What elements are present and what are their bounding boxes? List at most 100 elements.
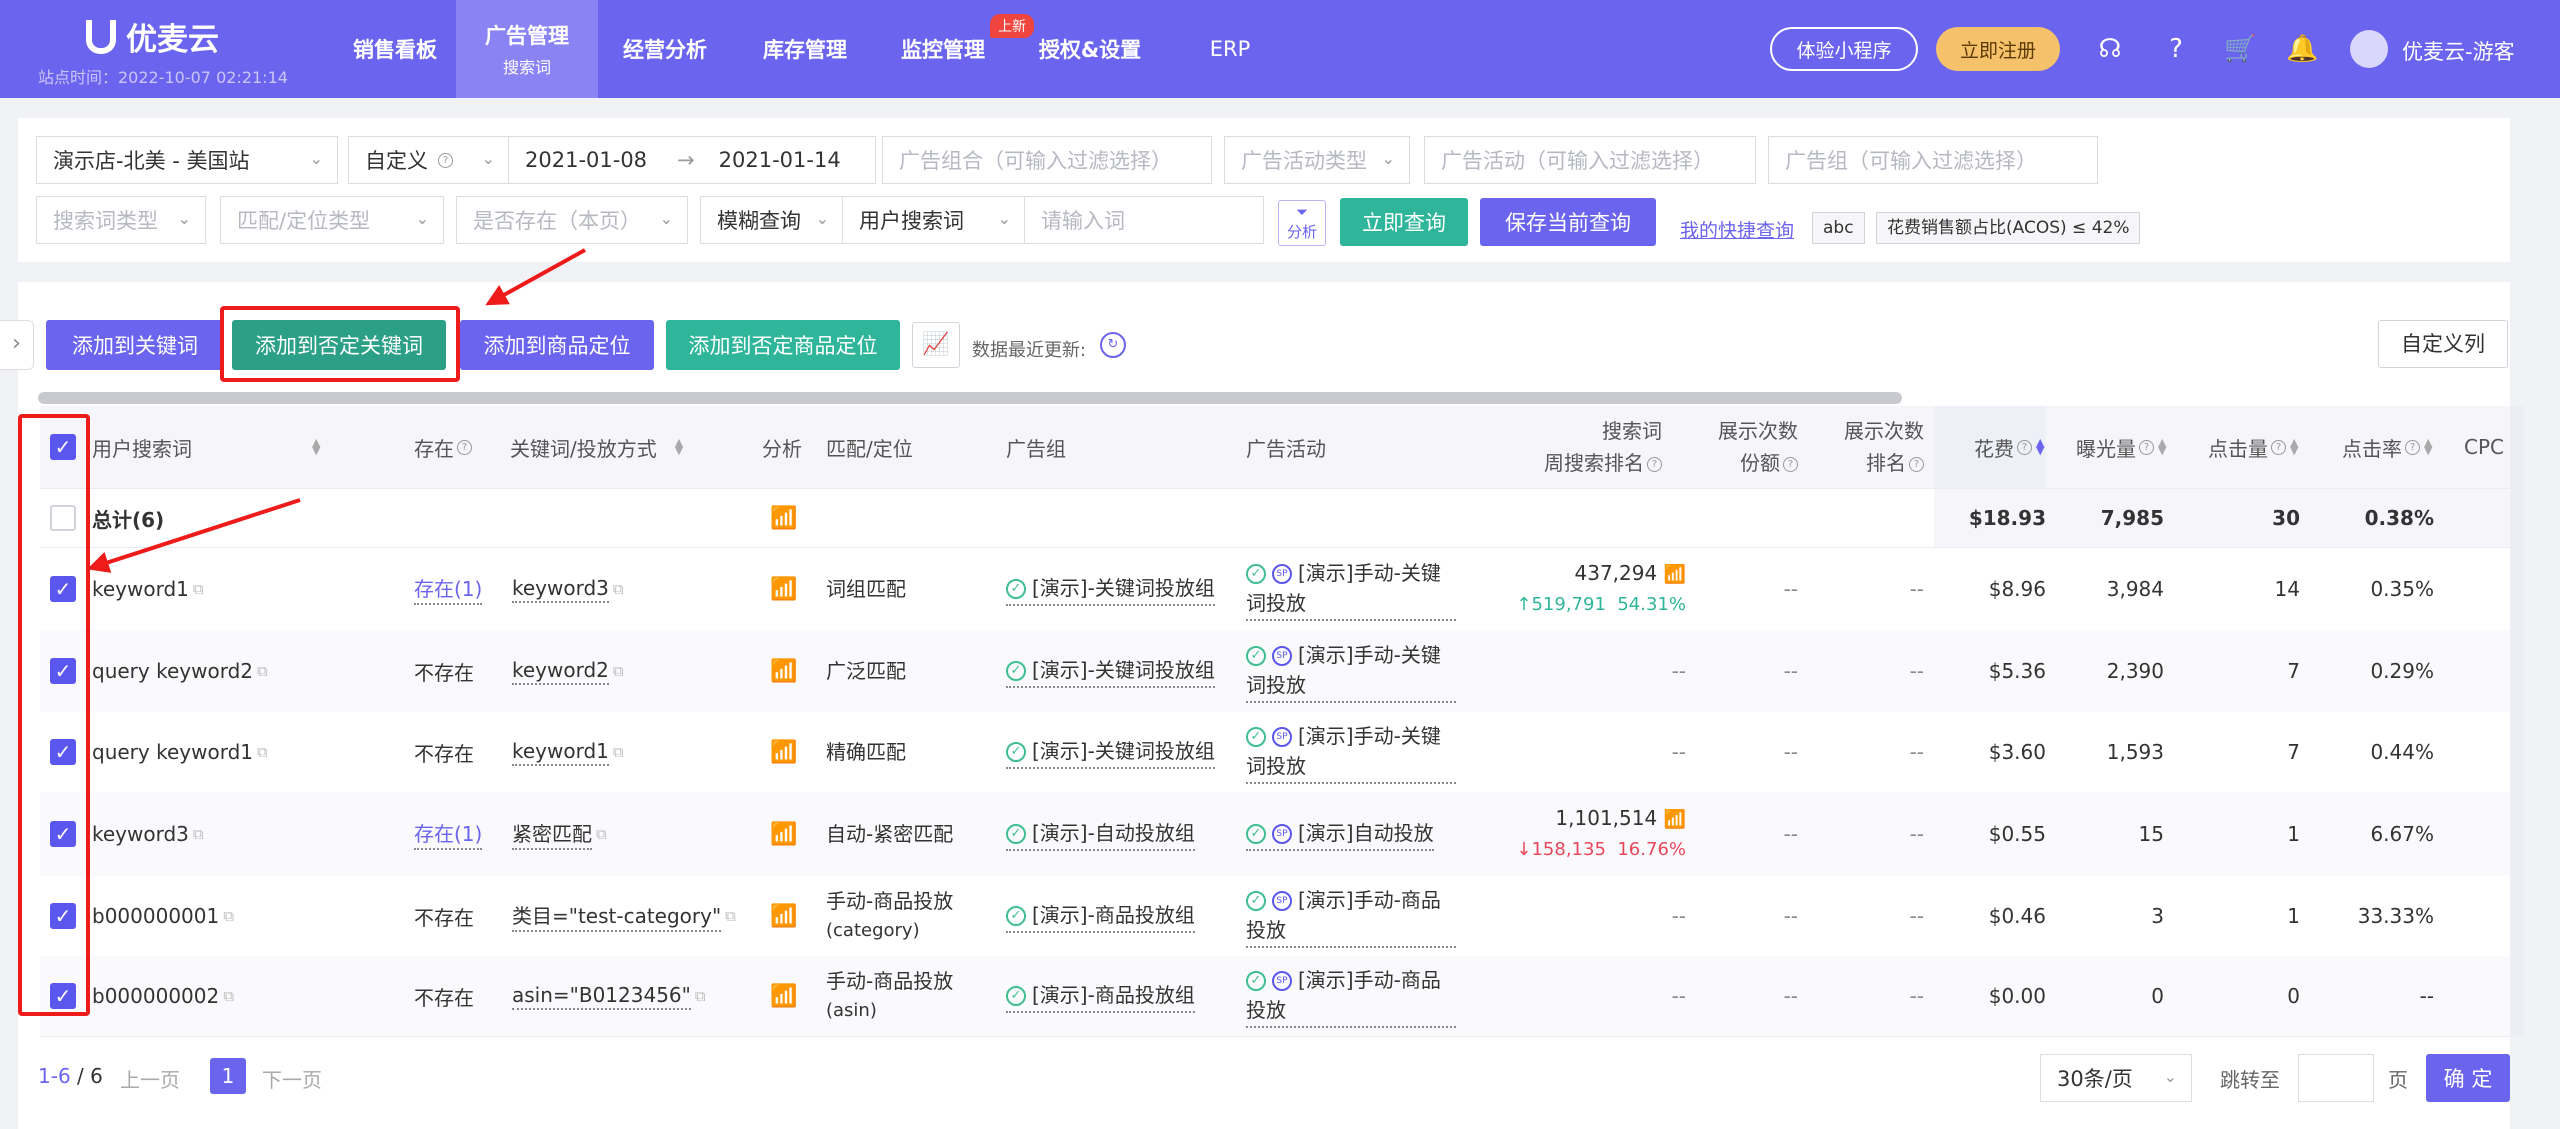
nav-inventory[interactable]: 库存管理 — [740, 0, 870, 98]
keyword-cell[interactable]: 紧密匹配 ⧉ — [512, 792, 607, 876]
logo[interactable]: 优麦云 — [86, 14, 219, 59]
save-query-button[interactable]: 保存当前查询 — [1480, 198, 1656, 246]
external-link-icon[interactable]: ⧉ — [613, 662, 624, 680]
campaign-cell[interactable]: ✓ SP [演示]手动-关键词投放 — [1246, 630, 1456, 712]
nav-monitoring[interactable]: 监控管理 — [878, 0, 1008, 98]
sidebar-toggle-chevron-icon[interactable]: › — [0, 320, 34, 370]
term-type-select[interactable]: 搜索词类型 ⌄ — [36, 196, 206, 244]
ad-portfolio-input[interactable]: 广告组合（可输入过滤选择） — [882, 136, 1212, 184]
external-link-icon[interactable]: ⧉ — [223, 907, 234, 925]
add-to-negative-product-button[interactable]: 添加到否定商品定位 — [666, 320, 900, 370]
user-name[interactable]: 优麦云-游客 — [2402, 36, 2515, 66]
keyword-cell[interactable]: keyword2 ⧉ — [512, 630, 624, 712]
rank-trend-icon[interactable]: 📶 — [1664, 564, 1686, 585]
bell-icon[interactable]: 🔔 — [2286, 33, 2318, 65]
next-page-button[interactable]: 下一页 — [262, 1064, 322, 1093]
refresh-clock-icon[interactable]: ↻ — [1100, 332, 1126, 358]
col-cpc[interactable]: CPC — [2440, 406, 2510, 488]
query-button[interactable]: 立即查询 — [1340, 198, 1468, 246]
analyze-trend-icon[interactable]: 📶 — [770, 956, 797, 1036]
campaign-cell[interactable]: ✓ SP [演示]自动投放 — [1246, 792, 1456, 876]
campaign-type-select[interactable]: 广告活动类型 ⌄ — [1224, 136, 1410, 184]
col-keyword[interactable]: 关键词/投放方式 ▲ ▼ — [510, 406, 750, 488]
ad-group-cell[interactable]: ✓ [演示]-关键词投放组 — [1006, 712, 1216, 792]
analyze-trend-icon[interactable]: 📶 — [770, 876, 797, 956]
keyword-cell[interactable]: asin="B0123456" ⧉ — [512, 956, 706, 1036]
external-link-icon[interactable]: ⧉ — [695, 987, 706, 1005]
page-number-button[interactable]: 1 — [210, 1058, 246, 1094]
nav-auth-settings[interactable]: 授权&设置 — [1020, 0, 1160, 98]
ad-group-cell[interactable]: ✓ [演示]-商品投放组 — [1006, 956, 1216, 1036]
nav-erp[interactable]: ERP — [1180, 0, 1280, 98]
page-size-select[interactable]: 30条/页 ⌄ — [2040, 1054, 2192, 1102]
mini-program-button[interactable]: 体验小程序 — [1770, 27, 1918, 71]
external-link-icon[interactable]: ⧉ — [193, 825, 204, 843]
match-type-select[interactable]: 匹配/定位类型 ⌄ — [220, 196, 444, 244]
add-to-product-target-button[interactable]: 添加到商品定位 — [460, 320, 654, 370]
quick-tag-acos[interactable]: 花费销售额占比(ACOS) ≤ 42% — [1876, 212, 2141, 244]
external-link-icon[interactable]: ⧉ — [257, 662, 268, 680]
analyze-trend-icon[interactable]: 📶 — [770, 630, 797, 712]
analyze-trend-icon[interactable]: 📶 — [770, 712, 797, 792]
search-term-cell[interactable]: b000000001 ⧉ — [92, 876, 234, 956]
col-impressions[interactable]: 曝光量? ▲ ▼ — [2052, 406, 2168, 488]
add-to-keyword-button[interactable]: 添加到关键词 — [46, 320, 224, 370]
exists-cell[interactable]: 存在(1) — [414, 548, 483, 630]
external-link-icon[interactable]: ⧉ — [193, 580, 204, 598]
col-ctr[interactable]: 点击率? ▲ ▼ — [2312, 406, 2434, 488]
customer-service-icon[interactable]: ☊ — [2094, 33, 2126, 65]
custom-columns-button[interactable]: 自定义列 — [2378, 320, 2508, 368]
quick-tag-abc[interactable]: abc — [1812, 212, 1865, 244]
col-exists[interactable]: 存在? — [414, 406, 494, 488]
campaign-input[interactable]: 广告活动（可输入过滤选择） — [1424, 136, 1756, 184]
ad-group-cell[interactable]: ✓ [演示]-商品投放组 — [1006, 876, 1216, 956]
analyze-trend-icon[interactable]: 📶 — [770, 548, 797, 630]
fuzzy-query-select[interactable]: 模糊查询 ⌄ — [700, 196, 844, 244]
nav-ad-management[interactable]: 广告管理 搜索词 — [456, 0, 598, 98]
rank-trend-icon[interactable]: 📶 — [1664, 809, 1686, 830]
search-field-select[interactable]: 用户搜索词 ⌄ — [842, 196, 1026, 244]
campaign-cell[interactable]: ✓ SP [演示]手动-关键词投放 — [1246, 548, 1456, 630]
prev-page-button[interactable]: 上一页 — [120, 1064, 180, 1093]
jump-page-input[interactable] — [2298, 1054, 2374, 1102]
chart-toggle-icon[interactable]: 📈 — [912, 322, 960, 368]
search-term-cell[interactable]: query keyword2 ⧉ — [92, 630, 268, 712]
nav-sales-dashboard[interactable]: 销售看板 — [330, 0, 460, 98]
my-quick-query-link[interactable]: 我的快捷查询 — [1680, 216, 1794, 243]
horizontal-scrollbar[interactable] — [38, 392, 1902, 404]
vertical-scrollbar[interactable] — [2510, 406, 2524, 1036]
analyze-filter-button[interactable]: ⏷ 分析 — [1278, 200, 1326, 246]
external-link-icon[interactable]: ⧉ — [257, 743, 268, 761]
search-term-input[interactable]: 请输入词 — [1024, 196, 1264, 244]
col-spend[interactable]: 花费? ▲ ▼ — [1934, 406, 2046, 488]
external-link-icon[interactable]: ⧉ — [725, 907, 736, 925]
register-button[interactable]: 立即注册 — [1936, 27, 2060, 71]
avatar[interactable] — [2350, 30, 2388, 68]
exists-select[interactable]: 是否存在（本页） ⌄ — [456, 196, 688, 244]
ad-group-cell[interactable]: ✓ [演示]-关键词投放组 — [1006, 630, 1216, 712]
campaign-cell[interactable]: ✓ SP [演示]手动-商品投放 — [1246, 876, 1456, 956]
search-term-cell[interactable]: query keyword1 ⧉ — [92, 712, 268, 792]
search-term-cell[interactable]: keyword3 ⧉ — [92, 792, 204, 876]
cart-icon[interactable]: 🛒 — [2224, 33, 2256, 65]
col-clicks[interactable]: 点击量? ▲ ▼ — [2176, 406, 2300, 488]
search-term-cell[interactable]: b000000002 ⧉ — [92, 956, 234, 1036]
keyword-cell[interactable]: keyword3 ⧉ — [512, 548, 624, 630]
campaign-cell[interactable]: ✓ SP [演示]手动-商品投放 — [1246, 956, 1456, 1036]
keyword-cell[interactable]: 类目="test-category" ⧉ — [512, 876, 736, 956]
external-link-icon[interactable]: ⧉ — [613, 743, 624, 761]
date-range-picker[interactable]: 2021-01-08 → 2021-01-14 — [508, 136, 876, 184]
store-select[interactable]: 演示店-北美 - 美国站 ⌄ — [36, 136, 338, 184]
nav-business-analysis[interactable]: 经营分析 — [600, 0, 730, 98]
ad-group-input[interactable]: 广告组（可输入过滤选择） — [1768, 136, 2098, 184]
ad-group-cell[interactable]: ✓ [演示]-关键词投放组 — [1006, 548, 1216, 630]
exists-cell[interactable]: 存在(1) — [414, 792, 483, 876]
external-link-icon[interactable]: ⧉ — [596, 825, 607, 843]
help-icon[interactable]: ? — [2160, 33, 2192, 65]
campaign-cell[interactable]: ✓ SP [演示]手动-关键词投放 — [1246, 712, 1456, 792]
keyword-cell[interactable]: keyword1 ⧉ — [512, 712, 624, 792]
confirm-jump-button[interactable]: 确 定 — [2426, 1054, 2510, 1102]
col-term[interactable]: 用户搜索词 ▲ ▼ — [92, 406, 382, 488]
date-mode-select[interactable]: 自定义? ⌄ — [348, 136, 510, 184]
external-link-icon[interactable]: ⧉ — [223, 987, 234, 1005]
